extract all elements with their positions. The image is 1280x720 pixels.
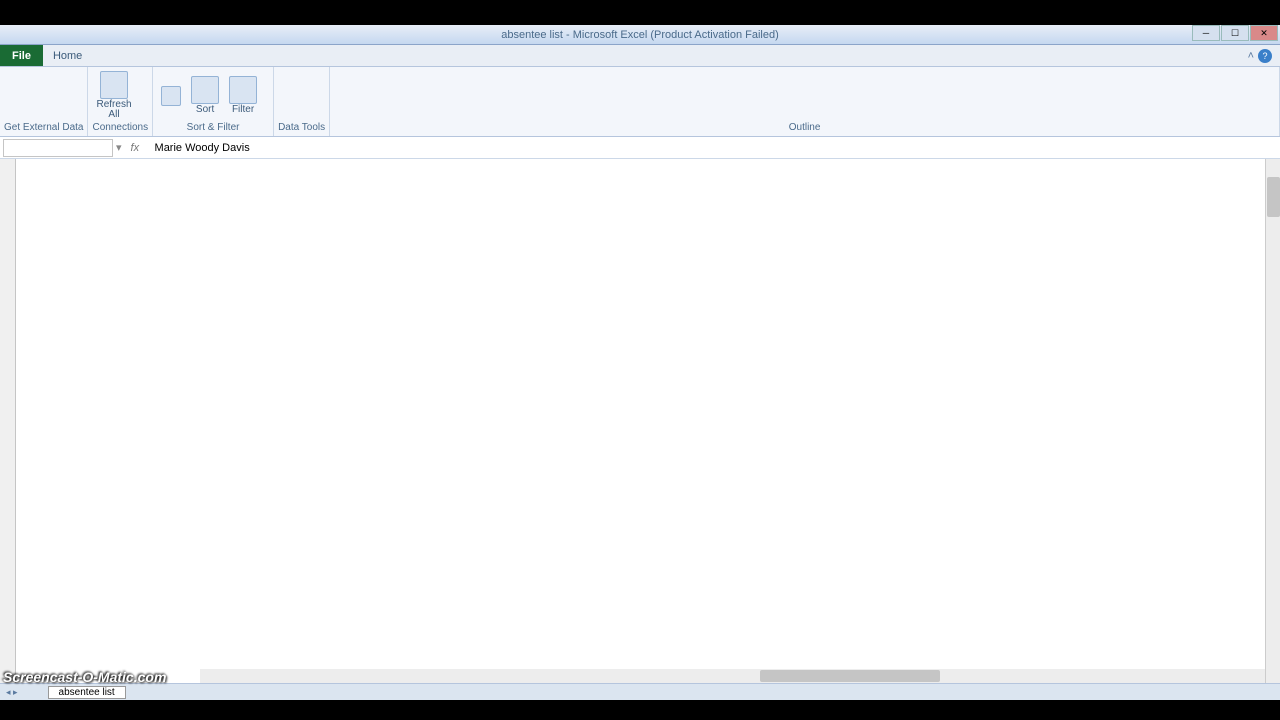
sort-button[interactable]: Sort	[187, 74, 223, 117]
group-connections: RefreshAll Connections	[88, 67, 153, 136]
group-get-external-data: Get External Data	[0, 67, 88, 136]
sort-az-button[interactable]	[157, 84, 185, 108]
sheet-tab[interactable]: absentee list	[48, 686, 126, 699]
maximize-button[interactable]: ☐	[1221, 25, 1249, 41]
minimize-ribbon-icon[interactable]: ˄	[1248, 50, 1254, 62]
window-title: absentee list - Microsoft Excel (Product…	[501, 29, 779, 41]
formula-input[interactable]: Marie Woody Davis	[151, 142, 1280, 154]
watermark: Screencast-O-Matic.com	[3, 669, 166, 685]
vertical-scrollbar[interactable]	[1265, 159, 1280, 683]
help-icon[interactable]: ?	[1258, 49, 1272, 63]
ribbon: Get External Data RefreshAll Connections…	[0, 67, 1280, 137]
menu-tab-home[interactable]: Home	[43, 45, 92, 66]
file-tab[interactable]: File	[0, 45, 43, 66]
status-bar: ◂ ▸ absentee list	[0, 683, 1280, 700]
formula-bar: ▾ fx Marie Woody Davis	[0, 137, 1280, 159]
group-sort-filter: Sort Filter Sort & Filter	[153, 67, 274, 136]
name-box[interactable]	[3, 139, 113, 157]
refresh-all-button[interactable]: RefreshAll	[92, 69, 135, 122]
spreadsheet-grid	[0, 159, 1280, 683]
close-button[interactable]: ✕	[1250, 25, 1278, 41]
horizontal-scrollbar[interactable]	[200, 669, 1265, 683]
menu-bar: File Home ˄ ?	[0, 45, 1280, 67]
group-outline: Outline	[330, 67, 1280, 136]
group-data-tools: Data Tools	[274, 67, 330, 136]
fx-icon[interactable]: fx	[131, 142, 145, 154]
title-bar: absentee list - Microsoft Excel (Product…	[0, 25, 1280, 45]
minimize-button[interactable]: ─	[1192, 25, 1220, 41]
dropdown-icon[interactable]: ▾	[113, 141, 125, 154]
filter-button[interactable]: Filter	[225, 74, 261, 117]
